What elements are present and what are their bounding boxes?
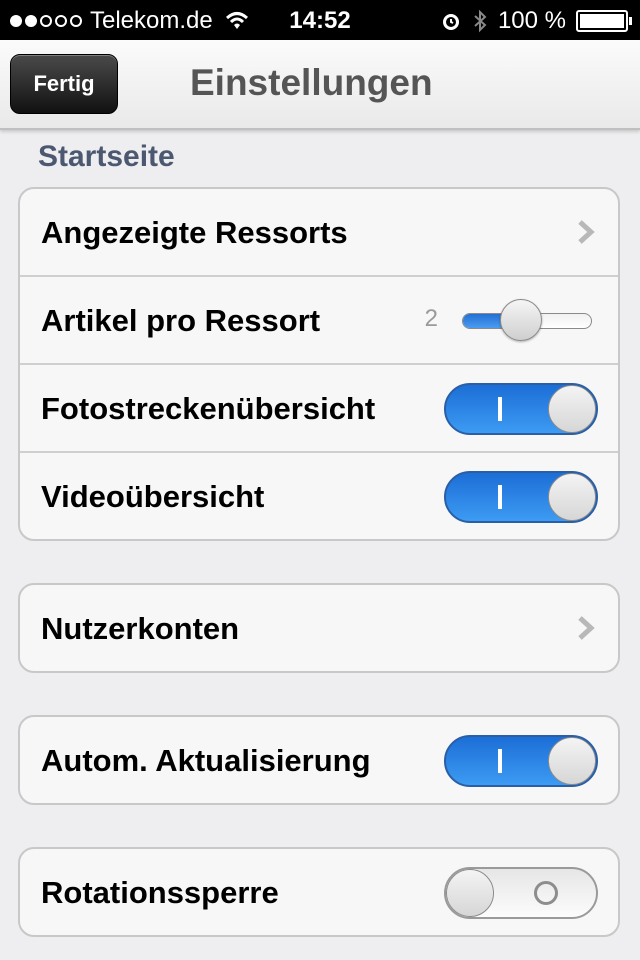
autom-aktualisierung-toggle[interactable]: [444, 735, 598, 787]
row-label: Rotationssperre: [41, 875, 279, 910]
row-fotostreckenuebersicht: Fotostreckenübersicht: [20, 363, 618, 451]
row-label: Artikel pro Ressort: [41, 303, 321, 338]
row-label: Autom. Aktualisierung: [41, 743, 371, 778]
status-bar: Telekom.de 14:52 100 %: [0, 0, 640, 40]
row-videouebersicht: Videoübersicht: [20, 451, 618, 539]
section-header-startseite: Startseite: [38, 140, 175, 173]
settings-group-rotation: Rotationssperre: [18, 847, 620, 937]
row-label: Nutzerkonten: [41, 611, 240, 646]
slider-value: 2: [424, 305, 438, 332]
rotationssperre-toggle[interactable]: [444, 867, 598, 919]
battery-icon: [576, 10, 632, 32]
navigation-bar: Fertig Einstellungen: [0, 40, 640, 130]
bluetooth-icon: [474, 9, 487, 33]
chevron-right-icon: [578, 616, 595, 640]
alarm-icon: [442, 14, 459, 30]
row-label: Angezeigte Ressorts: [41, 215, 348, 250]
settings-group-startseite: Angezeigte Ressorts Artikel pro Ressort …: [18, 187, 620, 541]
row-autom-aktualisierung: Autom. Aktualisierung: [20, 717, 618, 803]
row-label: Fotostreckenübersicht: [41, 391, 376, 426]
settings-group-konten: Nutzerkonten: [18, 583, 620, 673]
video-toggle[interactable]: [444, 471, 598, 523]
done-button[interactable]: Fertig: [10, 54, 118, 114]
row-nutzerkonten[interactable]: Nutzerkonten: [20, 585, 618, 671]
slider-thumb[interactable]: [499, 299, 542, 341]
settings-group-aktualisierung: Autom. Aktualisierung: [18, 715, 620, 805]
fotostrecken-toggle[interactable]: [444, 383, 598, 435]
row-angezeigte-ressorts[interactable]: Angezeigte Ressorts: [20, 189, 618, 275]
page-title: Einstellungen: [190, 62, 433, 103]
row-artikel-pro-ressort: Artikel pro Ressort 2: [20, 275, 618, 363]
row-label: Videoübersicht: [41, 479, 265, 514]
row-rotationssperre: Rotationssperre: [20, 849, 618, 935]
battery-percent: 100 %: [497, 7, 566, 34]
chevron-right-icon: [578, 220, 595, 244]
